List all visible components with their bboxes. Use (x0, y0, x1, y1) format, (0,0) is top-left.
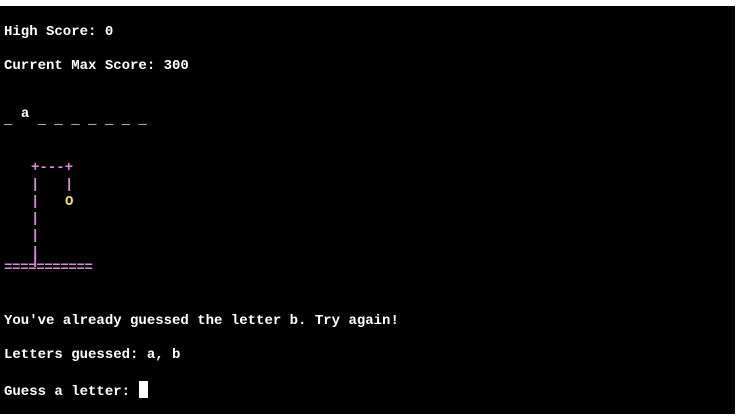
gallows-top: +---+ (31, 160, 74, 176)
gallows-left-post: | (31, 228, 40, 244)
revealed-letter: a (20, 106, 30, 122)
prompt-label: Guess a letter: (4, 384, 139, 400)
gallows-base: =========== (4, 260, 93, 276)
letters-guessed-text: Letters guessed: a, b (4, 347, 181, 363)
gallows-left-post: | (31, 211, 40, 227)
status-message: You've already guessed the letter b. Try… (4, 313, 399, 329)
word-blanks: _ _ _ _ _ _ _ (29, 112, 147, 128)
gallows-rope: | (65, 177, 74, 193)
terminal-window[interactable]: High Score: 0 Current Max Score: 300 _ a… (0, 6, 735, 414)
max-score-text: Current Max Score: 300 (4, 58, 189, 74)
text-cursor[interactable] (139, 381, 149, 398)
word-prefix: _ (4, 112, 21, 128)
word-display: _ a _ _ _ _ _ _ _ (4, 106, 147, 128)
gallows-left-post: | (31, 194, 40, 210)
guess-prompt[interactable]: Guess a letter: (4, 381, 149, 400)
gallows-left-post: | (31, 177, 40, 193)
hangman-head: O (65, 194, 74, 210)
high-score-text: High Score: 0 (4, 24, 114, 40)
